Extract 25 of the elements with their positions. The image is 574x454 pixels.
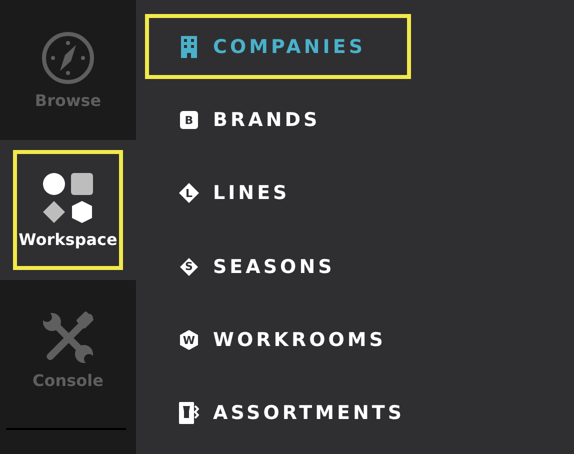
shapes-icon <box>42 172 94 224</box>
menu-label: LINES <box>213 182 290 204</box>
menu-label: SEASONS <box>213 256 335 278</box>
menu-item[interactable]: L LINES <box>145 160 411 226</box>
letter-badge-icon: S <box>179 256 199 277</box>
building-icon <box>179 36 199 58</box>
menu-item[interactable]: COMPANIES <box>145 14 411 80</box>
letter-badge-icon: W <box>179 330 199 350</box>
letter-badge-icon: L <box>179 183 199 204</box>
letter-badge-icon: B <box>179 110 199 130</box>
sidebar-label: Browse <box>34 90 102 110</box>
sidebar-label: Workspace <box>18 230 118 248</box>
menu-label: ASSORTMENTS <box>213 402 405 424</box>
compass-icon <box>41 30 95 84</box>
menu-item[interactable]: B BRANDS <box>145 87 411 153</box>
tools-icon <box>41 310 95 364</box>
menu-item[interactable]: ASSORTMENTS <box>145 380 411 446</box>
menu-label: COMPANIES <box>213 36 366 58</box>
menu-item[interactable]: W WORKROOMS <box>145 307 411 373</box>
sidebar-item[interactable]: Workspace <box>0 140 136 280</box>
menu-label: WORKROOMS <box>213 329 386 351</box>
menu-label: BRANDS <box>213 109 320 132</box>
menu-item[interactable]: S SEASONS <box>145 234 411 300</box>
sidebar-label: Console <box>32 370 104 390</box>
garment-card-icon <box>179 402 199 424</box>
